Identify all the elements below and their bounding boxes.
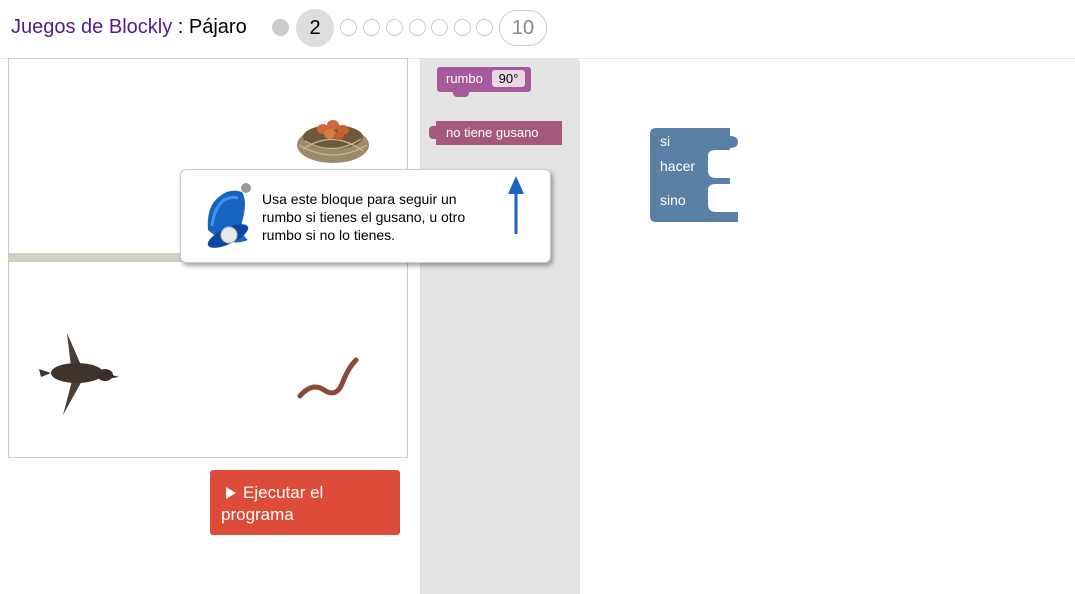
level-1-dot[interactable] bbox=[272, 19, 289, 36]
if-else-block[interactable]: si hacer sino bbox=[650, 128, 738, 222]
level-7-dot[interactable] bbox=[431, 19, 448, 36]
header-bar: Juegos de Blockly : Pájaro 2 10 bbox=[0, 0, 1075, 59]
level-10-last[interactable]: 10 bbox=[499, 10, 547, 46]
level-9-dot[interactable] bbox=[476, 19, 493, 36]
worm-sprite bbox=[297, 357, 359, 399]
level-5-dot[interactable] bbox=[386, 19, 403, 36]
wall bbox=[9, 253, 209, 262]
do-label: hacer bbox=[660, 158, 696, 174]
if-label: si bbox=[660, 133, 671, 149]
run-program-button[interactable]: Ejecutar el programa bbox=[210, 470, 400, 535]
arrow-up-icon bbox=[508, 176, 524, 234]
level-3-dot[interactable] bbox=[340, 19, 357, 36]
else-label: sino bbox=[660, 192, 686, 208]
heading-block-label: rumbo bbox=[446, 71, 483, 86]
run-button-label: Ejecutar el programa bbox=[221, 483, 324, 524]
play-icon bbox=[226, 487, 236, 500]
level-2-current[interactable]: 2 bbox=[296, 9, 334, 47]
tooltip-text: Usa este bloque para seguir un rumbo si … bbox=[262, 191, 466, 243]
level-4-dot[interactable] bbox=[363, 19, 380, 36]
heading-angle-field[interactable]: 90° bbox=[492, 70, 525, 87]
heading-block[interactable]: rumbo 90° bbox=[437, 67, 531, 97]
game-name: Pájaro bbox=[188, 16, 247, 38]
level-6-dot[interactable] bbox=[409, 19, 426, 36]
level-8-dot[interactable] bbox=[454, 19, 471, 36]
block-notch bbox=[453, 92, 469, 97]
title-separator: : bbox=[172, 16, 189, 38]
bird-sprite bbox=[39, 333, 119, 415]
block-output-tab bbox=[429, 126, 437, 139]
condition-block-label: no tiene gusano bbox=[446, 125, 539, 140]
bell-icon bbox=[207, 183, 251, 248]
hint-tooltip: Usa este bloque para seguir un rumbo si … bbox=[180, 169, 551, 263]
page-title: Juegos de Blockly : Pájaro bbox=[11, 16, 247, 39]
no-worm-condition-block[interactable]: no tiene gusano bbox=[429, 121, 562, 145]
app-name-link[interactable]: Juegos de Blockly bbox=[11, 16, 172, 38]
nest-sprite bbox=[297, 120, 369, 163]
